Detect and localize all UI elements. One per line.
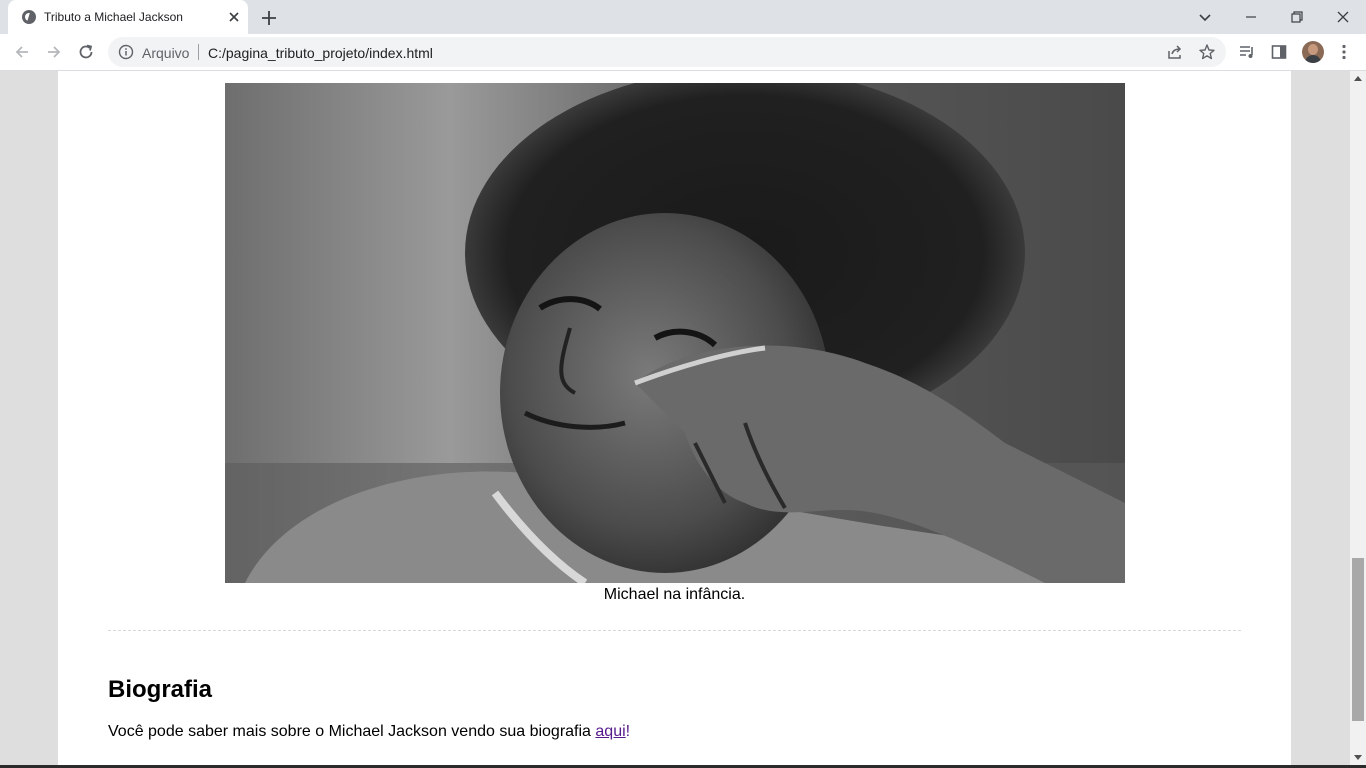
- url-text[interactable]: C:/pagina_tributo_projeto/index.html: [208, 45, 433, 61]
- page-content: Michael na infância. Biografia Você pode…: [58, 71, 1291, 768]
- back-button[interactable]: [12, 42, 32, 62]
- globe-icon: [22, 10, 36, 24]
- scroll-down-arrow-icon[interactable]: [1354, 755, 1362, 760]
- photo-young-michael-jackson: [225, 83, 1125, 583]
- star-icon[interactable]: [1198, 43, 1216, 61]
- profile-avatar[interactable]: [1302, 41, 1324, 63]
- close-window-button[interactable]: [1331, 5, 1355, 29]
- biography-text: Você pode saber mais sobre o Michael Jac…: [108, 723, 596, 740]
- vertical-scrollbar[interactable]: [1350, 71, 1366, 768]
- omnibox-separator: [198, 44, 199, 60]
- restore-button[interactable]: [1285, 5, 1309, 29]
- info-icon[interactable]: [118, 44, 134, 60]
- reload-button[interactable]: [76, 42, 96, 62]
- page-viewport: Michael na infância. Biografia Você pode…: [0, 71, 1350, 768]
- scroll-up-arrow-icon[interactable]: [1354, 76, 1362, 81]
- browser-tab[interactable]: Tributo a Michael Jackson: [8, 0, 248, 34]
- biography-heading: Biografia: [108, 676, 213, 703]
- close-tab-icon[interactable]: [226, 9, 242, 25]
- scheme-label: Arquivo: [142, 45, 190, 61]
- forward-button[interactable]: [44, 42, 64, 62]
- tab-strip: Tributo a Michael Jackson: [0, 0, 1366, 34]
- biography-link-suffix: !: [625, 723, 631, 740]
- share-icon[interactable]: [1166, 43, 1184, 61]
- side-panel-icon[interactable]: [1269, 42, 1289, 62]
- new-tab-button[interactable]: [258, 7, 280, 29]
- browser-toolbar: Arquivo C:/pagina_tributo_projeto/index.…: [0, 34, 1366, 71]
- scrollbar-thumb[interactable]: [1352, 558, 1364, 721]
- tab-search-button[interactable]: [1193, 5, 1217, 29]
- kebab-menu-icon[interactable]: [1334, 42, 1354, 62]
- media-queue-icon[interactable]: [1237, 42, 1257, 62]
- biography-paragraph: Você pode saber mais sobre o Michael Jac…: [108, 723, 630, 741]
- address-bar[interactable]: Arquivo C:/pagina_tributo_projeto/index.…: [108, 37, 1226, 67]
- tab-title: Tributo a Michael Jackson: [44, 10, 183, 24]
- minimize-button[interactable]: [1239, 5, 1263, 29]
- biography-link[interactable]: aqui: [595, 723, 625, 740]
- image-caption: Michael na infância.: [603, 586, 746, 603]
- section-divider: [108, 630, 1241, 631]
